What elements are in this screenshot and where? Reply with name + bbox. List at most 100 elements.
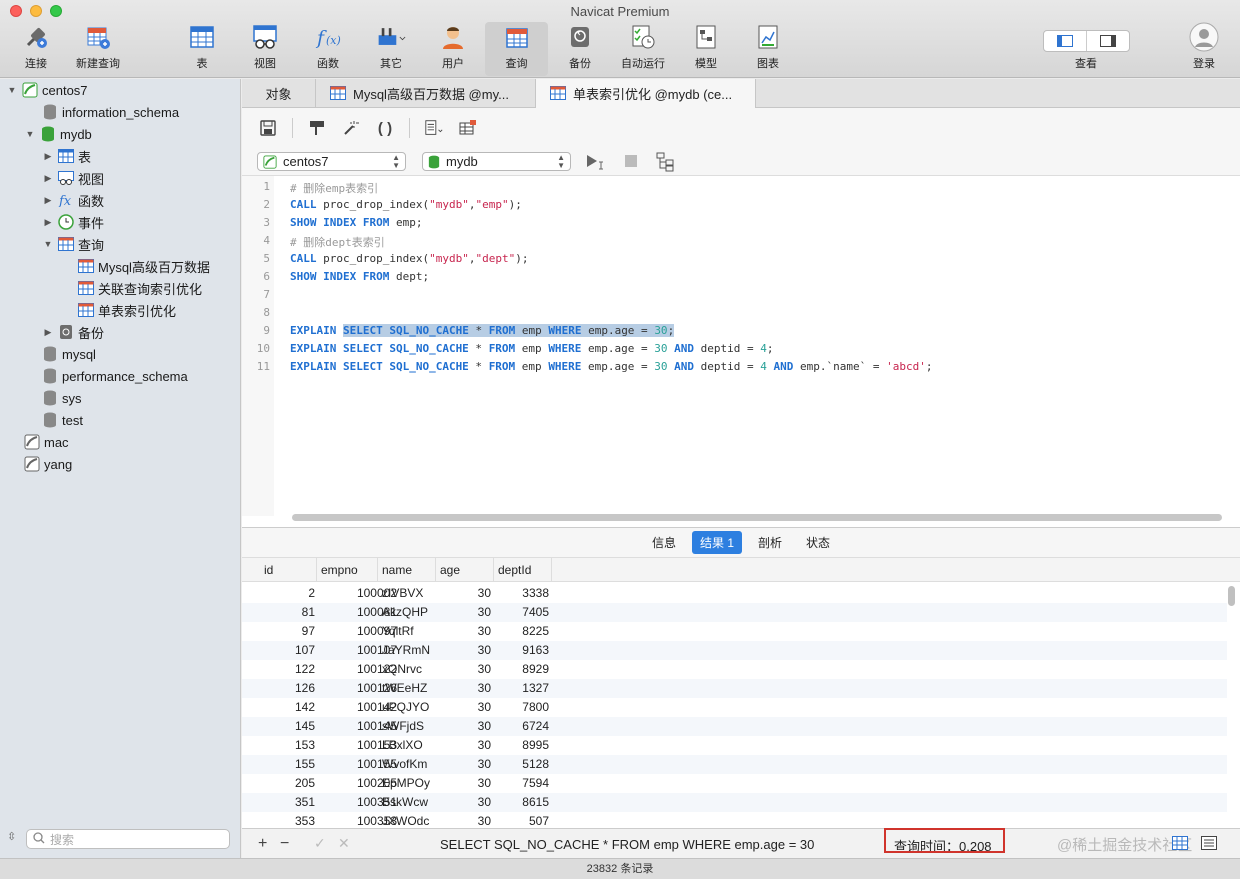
- table-cell[interactable]: LBxlXO: [382, 736, 438, 755]
- tree-query-item[interactable]: 关联查询索引优化: [78, 277, 202, 299]
- table-row[interactable]: 205 100205 EpMPOy 30 7594: [242, 774, 1227, 793]
- apply-check-icon[interactable]: ✓: [314, 835, 326, 852]
- user-button[interactable]: 用户: [436, 22, 470, 76]
- table-cell[interactable]: 507: [494, 812, 549, 828]
- table-cell[interactable]: 153: [260, 736, 315, 755]
- tab-info[interactable]: 信息: [644, 531, 684, 554]
- tab-status[interactable]: 状态: [798, 531, 838, 554]
- collapse-arrow-icon[interactable]: ▶: [42, 327, 54, 338]
- table-cell[interactable]: 7800: [494, 698, 549, 717]
- collapse-arrow-icon[interactable]: ▶: [42, 173, 54, 184]
- tree-events[interactable]: ▶ 事件: [42, 211, 104, 233]
- table-cell[interactable]: sWFjdS: [382, 717, 438, 736]
- table-cell[interactable]: 30: [438, 679, 491, 698]
- table-cell[interactable]: tWEeHZ: [382, 679, 438, 698]
- table-cell[interactable]: 126: [260, 679, 315, 698]
- tab-query-million[interactable]: Mysql高级百万数据 @my...: [316, 79, 536, 108]
- query-button[interactable]: 查询: [485, 22, 548, 76]
- column-header[interactable]: empno: [317, 558, 378, 582]
- table-cell[interactable]: JXWOdc: [382, 812, 438, 828]
- table-cell[interactable]: 8929: [494, 660, 549, 679]
- table-cell[interactable]: 81: [260, 603, 315, 622]
- database-select[interactable]: mydb ▲ ▼: [422, 152, 571, 171]
- table-row[interactable]: 122 100122 xQNrvc 30 8929: [242, 660, 1227, 679]
- column-header[interactable]: age: [436, 558, 494, 582]
- table-row[interactable]: 107 100107 JaYRmN 30 9163: [242, 641, 1227, 660]
- table-row[interactable]: 145 100145 sWFjdS 30 6724: [242, 717, 1227, 736]
- table-cell[interactable]: 353: [260, 812, 315, 828]
- expand-arrow-icon[interactable]: ▼: [6, 85, 18, 95]
- table-cell[interactable]: 30: [438, 717, 491, 736]
- table-cell[interactable]: 7405: [494, 603, 549, 622]
- collapse-arrow-icon[interactable]: ▶: [42, 195, 54, 206]
- table-cell[interactable]: 351: [260, 793, 315, 812]
- table-cell[interactable]: 8615: [494, 793, 549, 812]
- table-cell[interactable]: 2: [260, 584, 315, 603]
- tree-db-mydb[interactable]: ▼ mydb: [24, 123, 92, 145]
- table-cell[interactable]: 122: [260, 660, 315, 679]
- sidebar-search-input[interactable]: 搜索: [26, 829, 230, 849]
- collapse-arrow-icon[interactable]: ▶: [42, 217, 54, 228]
- new-query-button[interactable]: 新建查询: [73, 22, 123, 76]
- text-file-icon[interactable]: [424, 118, 444, 138]
- view-button[interactable]: 视图: [248, 22, 282, 76]
- sort-updown-icon[interactable]: ⇳: [7, 830, 16, 843]
- table-cell[interactable]: 30: [438, 755, 491, 774]
- expand-arrow-icon[interactable]: ▼: [24, 129, 36, 139]
- table-cell[interactable]: zIVBVX: [382, 584, 438, 603]
- table-row[interactable]: 353 100353 JXWOdc 30 507: [242, 812, 1227, 828]
- tree-db-information-schema[interactable]: information_schema: [42, 101, 179, 123]
- code-snippet-icon[interactable]: ( ): [375, 118, 395, 138]
- auto-run-button[interactable]: 自动运行: [618, 22, 668, 76]
- table-cell[interactable]: xQNrvc: [382, 660, 438, 679]
- table-cell[interactable]: 30: [438, 812, 491, 828]
- table-row[interactable]: 2 100002 zIVBVX 30 3338: [242, 584, 1227, 603]
- table-cell[interactable]: 30: [438, 603, 491, 622]
- beautify-sql-icon[interactable]: [341, 118, 361, 138]
- table-cell[interactable]: 30: [438, 641, 491, 660]
- tree-db-performance-schema[interactable]: performance_schema: [42, 365, 188, 387]
- function-button[interactable]: f (x) 函数: [311, 22, 345, 76]
- column-header[interactable]: deptId: [494, 558, 552, 582]
- table-cell[interactable]: EpMPOy: [382, 774, 438, 793]
- table-cell[interactable]: 5128: [494, 755, 549, 774]
- table-cell[interactable]: 30: [438, 774, 491, 793]
- table-cell[interactable]: 142: [260, 698, 315, 717]
- table-cell[interactable]: 3338: [494, 584, 549, 603]
- stop-button[interactable]: [625, 155, 637, 170]
- model-button[interactable]: 模型: [690, 22, 722, 76]
- other-button[interactable]: 其它: [370, 22, 412, 76]
- backup-button[interactable]: 备份: [564, 22, 596, 76]
- sql-editor[interactable]: 1 2 3 4 5 6 7 8 9 10 11 # 删除emp表索引 CALL …: [242, 176, 1240, 528]
- chart-button[interactable]: 图表: [752, 22, 784, 76]
- tree-views[interactable]: ▶ 视图: [42, 167, 104, 189]
- tab-result-1[interactable]: 结果 1: [691, 531, 742, 554]
- table-cell[interactable]: 8995: [494, 736, 549, 755]
- table-row[interactable]: 155 100155 WvofKm 30 5128: [242, 755, 1227, 774]
- table-cell[interactable]: 30: [438, 736, 491, 755]
- tree-query-item[interactable]: Mysql高级百万数据: [78, 255, 210, 277]
- table-cell[interactable]: uPQJYO: [382, 698, 438, 717]
- table-row[interactable]: 97 100097 YqltRf 30 8225: [242, 622, 1227, 641]
- table-cell[interactable]: 8225: [494, 622, 549, 641]
- tree-connection-yang[interactable]: yang: [24, 453, 72, 475]
- table-cell[interactable]: 30: [438, 698, 491, 717]
- table-cell[interactable]: WvofKm: [382, 755, 438, 774]
- discard-cross-icon[interactable]: ✕: [338, 835, 350, 852]
- table-cell[interactable]: 107: [260, 641, 315, 660]
- table-cell[interactable]: 9163: [494, 641, 549, 660]
- tree-queries[interactable]: ▼ 查询: [42, 233, 104, 255]
- table-row[interactable]: 153 100153 LBxlXO 30 8995: [242, 736, 1227, 755]
- add-row-button[interactable]: +: [258, 835, 267, 853]
- connection-select[interactable]: centos7 ▲ ▼: [257, 152, 406, 171]
- tree-query-item[interactable]: 单表索引优化: [78, 299, 176, 321]
- delete-row-button[interactable]: −: [280, 835, 289, 853]
- result-grid[interactable]: id empno name age deptId 2 100002 zIVBVX 30…: [242, 558, 1240, 828]
- expand-arrow-icon[interactable]: ▼: [42, 239, 54, 249]
- table-row[interactable]: 81 100081 AkzQHP 30 7405: [242, 603, 1227, 622]
- query-builder-icon[interactable]: [307, 118, 327, 138]
- table-cell[interactable]: 155: [260, 755, 315, 774]
- tree-functions[interactable]: ▶ fx 函数: [42, 189, 104, 211]
- tree-db-sys[interactable]: sys: [42, 387, 82, 409]
- tab-profile[interactable]: 剖析: [750, 531, 790, 554]
